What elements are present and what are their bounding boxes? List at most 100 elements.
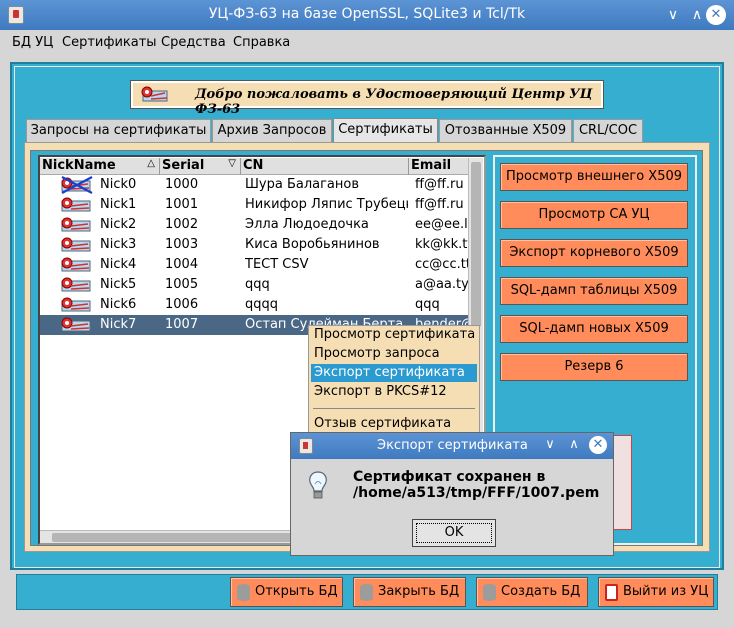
- sql-dump-x509-button[interactable]: SQL-дамп таблицы X509: [500, 277, 688, 305]
- cell-email: ff@ff.ru: [415, 197, 464, 212]
- window-title: УЦ-ФЗ-63 на базе OpenSSL, SQLite3 и Tcl/…: [208, 6, 526, 22]
- cell-email: a@aa.ty: [415, 277, 469, 292]
- menu-certificates[interactable]: Сертификаты: [62, 35, 157, 50]
- dialog-message-line1: Сертификат сохранен в: [353, 469, 546, 485]
- dialog-message-path: /home/a513/tmp/FFF/1007.pem: [353, 485, 600, 501]
- menu-separator: [313, 408, 475, 409]
- dialog-maximize-button[interactable]: ∧: [565, 436, 583, 454]
- tab-requests[interactable]: Запросы на сертификаты: [26, 119, 211, 143]
- cell-nickname: Nick5: [100, 277, 137, 292]
- reserve-6-button[interactable]: Резерв 6: [500, 353, 688, 381]
- cell-serial: 1006: [165, 297, 199, 312]
- cell-email: ee@ee.ll: [415, 217, 470, 232]
- dialog-minimize-button[interactable]: ∨: [541, 436, 559, 454]
- tab-requests-archive[interactable]: Архив Запросов: [212, 119, 332, 143]
- menu-tools[interactable]: Средства: [161, 35, 226, 50]
- cell-serial: 1004: [165, 257, 199, 272]
- certificate-icon: [61, 277, 91, 292]
- tab-certificates[interactable]: Сертификаты: [333, 118, 438, 144]
- column-serial[interactable]: Serial ▽: [160, 158, 241, 175]
- cell-cn: Элла Людоедочка: [245, 217, 369, 232]
- table-row[interactable]: Nick5 1005 qqq a@aa.ty: [40, 275, 470, 295]
- column-nickname[interactable]: NickName △: [40, 158, 160, 175]
- table-row[interactable]: Nick3 1003 Киса Воробьянинов kk@kk.tt: [40, 235, 470, 255]
- menu-item-export-certificate[interactable]: Экспорт сертификата: [311, 364, 477, 382]
- column-email[interactable]: Email: [409, 158, 468, 175]
- view-ca-button[interactable]: Просмотр CA УЦ: [500, 201, 688, 229]
- cell-nickname: Nick6: [100, 297, 137, 312]
- menu-item-view-certificate[interactable]: Просмотр сертификата: [311, 326, 477, 344]
- menu-item-revoke-certificate[interactable]: Отзыв сертификата: [311, 415, 477, 433]
- cell-serial: 1002: [165, 217, 199, 232]
- table-row[interactable]: Nick1 1001 Никифор Ляпис Трубецкой ff@ff.ru: [40, 195, 470, 215]
- cell-nickname: Nick2: [100, 217, 137, 232]
- menu-item-export-pkcs12[interactable]: Экспорт в PKCS#12: [311, 383, 477, 401]
- certificate-icon: [61, 197, 91, 212]
- ok-button[interactable]: OK: [412, 519, 496, 547]
- database-icon: [360, 584, 373, 601]
- cell-cn: Киса Воробьянинов: [245, 237, 380, 252]
- certificate-icon: [61, 257, 91, 272]
- certificate-icon: [61, 237, 91, 252]
- close-button[interactable]: ✕: [706, 5, 726, 25]
- exit-button[interactable]: Выйти из УЦ: [598, 577, 714, 607]
- menu-item-view-request[interactable]: Просмотр запроса: [311, 345, 477, 363]
- sort-asc-icon: △: [147, 158, 155, 169]
- cell-cn: Шура Балаганов: [245, 177, 360, 192]
- cell-cn: TECT CSV: [245, 257, 309, 272]
- cell-email: qqq: [415, 297, 440, 312]
- certificate-icon: [61, 317, 91, 332]
- scrollbar-thumb[interactable]: [471, 162, 481, 327]
- lightbulb-icon: [309, 471, 327, 499]
- cell-nickname: Nick3: [100, 237, 137, 252]
- cell-cn: qqqq: [245, 297, 279, 312]
- context-menu: Просмотр сертификата Просмотр запроса Эк…: [308, 325, 480, 437]
- cell-email: kk@kk.tt: [415, 237, 470, 252]
- revoked-certificate-icon: [61, 176, 93, 194]
- export-dialog: Экспорт сертификата ∨ ∧ ✕ Сертификат сох…: [290, 432, 614, 556]
- dialog-close-button[interactable]: ✕: [589, 436, 607, 454]
- cell-nickname: Nick4: [100, 257, 137, 272]
- minimize-button[interactable]: ∨: [662, 4, 684, 26]
- menubar: БД УЦ Сертификаты Средства Справка: [0, 30, 734, 56]
- cell-serial: 1005: [165, 277, 199, 292]
- welcome-banner: Добро пожаловать в Удостоверяющий Центр …: [130, 80, 604, 117]
- cell-serial: 1001: [165, 197, 199, 212]
- dialog-message: Сертификат сохранен в /home/a513/tmp/FFF…: [353, 469, 599, 501]
- table-row[interactable]: Nick0 1000 Шура Балаганов ff@ff.ru: [40, 175, 470, 195]
- view-external-x509-button[interactable]: Просмотр внешнего X509: [500, 163, 688, 191]
- cell-email: ff@ff.ru: [415, 177, 464, 192]
- maximize-button[interactable]: ∧: [686, 4, 708, 26]
- certificate-logo-icon: [141, 86, 168, 102]
- database-icon: [237, 584, 250, 601]
- table-row[interactable]: Nick2 1002 Элла Людоедочка ee@ee.ll: [40, 215, 470, 235]
- create-db-button[interactable]: Создать БД: [476, 577, 588, 607]
- cell-serial: 1003: [165, 237, 199, 252]
- dialog-title: Экспорт сертификата: [377, 438, 528, 453]
- welcome-text: Добро пожаловать в Удостоверяющий Центр …: [195, 87, 593, 117]
- tab-revoked[interactable]: Отозванные X509: [439, 119, 572, 143]
- open-db-button[interactable]: Открыть БД: [230, 577, 343, 607]
- tab-crl[interactable]: CRL/COC: [573, 119, 643, 143]
- menu-db[interactable]: БД УЦ: [12, 35, 53, 50]
- column-cn[interactable]: CN: [241, 158, 409, 175]
- table-row[interactable]: Nick4 1004 TECT CSV cc@cc.tt: [40, 255, 470, 275]
- table-header: NickName △ Serial ▽ CN Email: [40, 158, 468, 175]
- cell-serial: 1007: [165, 317, 199, 332]
- database-icon: [483, 584, 496, 601]
- window-titlebar: УЦ-ФЗ-63 на базе OpenSSL, SQLite3 и Tcl/…: [0, 0, 734, 30]
- close-db-button[interactable]: Закрыть БД: [353, 577, 466, 607]
- cell-cn: Никифор Ляпис Трубецкой: [245, 197, 408, 212]
- cell-nickname: Nick0: [100, 177, 137, 192]
- table-row[interactable]: Nick6 1006 qqqq qqq: [40, 295, 470, 315]
- scrollbar-thumb[interactable]: [52, 533, 292, 542]
- dialog-app-icon: [299, 438, 313, 454]
- stamp-decoration: [612, 435, 632, 530]
- menu-help[interactable]: Справка: [233, 35, 290, 50]
- dialog-titlebar: Экспорт сертификата ∨ ∧ ✕: [291, 433, 613, 459]
- sort-desc-icon: ▽: [228, 158, 236, 169]
- sql-dump-new-x509-button[interactable]: SQL-дамп новых X509: [500, 315, 688, 343]
- cell-nickname: Nick1: [100, 197, 137, 212]
- cell-email: cc@cc.tt: [415, 257, 470, 272]
- export-root-x509-button[interactable]: Экспорт корневого X509: [500, 239, 688, 267]
